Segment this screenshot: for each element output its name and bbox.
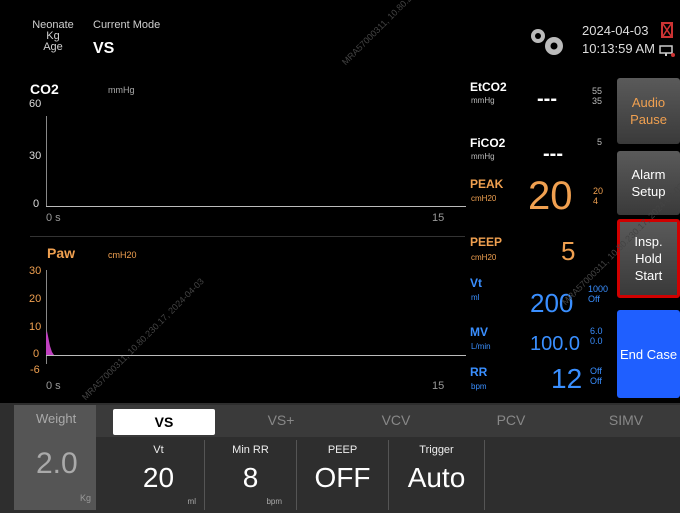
co2-xtick-end: 15 — [432, 212, 445, 224]
fico2-value: --- — [543, 143, 563, 165]
mode-tab-bar: VS VS+ VCV PCV SIMV — [96, 405, 680, 437]
tab-vcv[interactable]: VCV — [351, 405, 441, 435]
etco2-unit: mmHg — [471, 96, 495, 105]
paw-wave-title: Paw — [47, 245, 76, 261]
vt-label: Vt — [470, 276, 482, 290]
setting-vt[interactable]: Vt 20 ml — [113, 440, 205, 510]
gear-icon[interactable] — [524, 24, 568, 63]
peak-low-limit: 4 — [593, 196, 599, 206]
co2-wave-unit: mmHg — [108, 85, 135, 95]
mv-unit: L/min — [471, 342, 491, 351]
weight-label: Weight — [36, 411, 77, 426]
setting-vt-value: 20 — [142, 462, 175, 493]
age-label: Age — [43, 41, 63, 53]
peak-unit: cmH20 — [471, 194, 497, 203]
tab-pcv[interactable]: PCV — [466, 405, 556, 435]
wave-divider — [30, 236, 465, 237]
paw-waveform: Paw cmH20 30 20 10 0 -6 0 s 15 — [0, 240, 466, 398]
setting-peep-name: PEEP — [327, 444, 358, 456]
setting-trigger[interactable]: Trigger Auto — [389, 440, 485, 510]
peak-high-limit: 20 — [593, 186, 604, 196]
weight-value: 2.0 — [36, 447, 78, 480]
paw-wave-unit: cmH20 — [108, 250, 137, 260]
current-mode: VS — [93, 40, 115, 57]
fico2-label: FiCO2 — [470, 136, 506, 150]
vt-unit: ml — [471, 293, 480, 302]
insp-hold-start-button[interactable]: Insp. Hold Start — [617, 219, 680, 298]
setting-min-rr-name: Min RR — [232, 444, 269, 456]
setting-min-rr-unit: bpm — [266, 497, 282, 506]
co2-xtick-start: 0 s — [46, 212, 61, 224]
paw-xtick-start: 0 s — [46, 380, 61, 392]
peep-value: 5 — [561, 236, 576, 266]
paw-waveform-trace — [46, 331, 54, 355]
etco2-low-limit: 35 — [592, 96, 603, 106]
setting-trigger-name: Trigger — [419, 444, 454, 456]
rr-unit: bpm — [471, 382, 487, 391]
setting-min-rr-value: 8 — [242, 462, 259, 493]
vt-high-limit: 1000 — [588, 284, 609, 294]
co2-ytick-30: 30 — [29, 150, 42, 162]
peak-value: 20 — [528, 174, 573, 218]
paw-ytick-30: 30 — [29, 265, 42, 277]
peak-label: PEAK — [470, 177, 504, 191]
tab-vs[interactable]: VS — [113, 409, 215, 435]
setting-vt-unit: ml — [187, 497, 196, 506]
fico2-high-limit: 5 — [597, 137, 603, 147]
etco2-value: --- — [537, 88, 557, 110]
top-bar: Neonate Kg Age Current Mode VS 2024-04-0… — [0, 0, 680, 78]
peep-unit: cmH20 — [471, 253, 497, 262]
paw-ytick-10: 10 — [29, 321, 42, 333]
rr-high-limit: Off — [590, 366, 602, 376]
weight-panel[interactable]: Weight 2.0 Kg — [14, 405, 96, 510]
paw-ytick-neg6: -6 — [30, 364, 40, 376]
setting-peep[interactable]: PEEP OFF — [297, 440, 389, 510]
patient-info: Neonate Kg Age — [30, 20, 76, 53]
vt-low-limit: Off — [588, 294, 600, 304]
paw-x-axis — [46, 355, 466, 356]
co2-ytick-0: 0 — [33, 198, 40, 210]
paw-xtick-end: 15 — [432, 380, 445, 392]
tab-simv[interactable]: SIMV — [576, 405, 676, 435]
mv-high-limit: 6.0 — [590, 326, 603, 336]
current-mode-label: Current Mode — [93, 19, 161, 31]
mv-label: MV — [470, 325, 488, 339]
setting-trigger-value: Auto — [407, 462, 466, 493]
alarm-setup-button[interactable]: Alarm Setup — [617, 151, 680, 215]
etco2-high-limit: 55 — [592, 86, 603, 96]
weight-unit: Kg — [80, 493, 92, 503]
date: 2024-04-03 — [582, 23, 649, 38]
tab-vs-plus[interactable]: VS+ — [236, 405, 326, 435]
setting-min-rr[interactable]: Min RR 8 bpm — [205, 440, 297, 510]
fico2-unit: mmHg — [471, 152, 495, 161]
rr-label: RR — [470, 365, 488, 379]
setting-peep-value: OFF — [314, 462, 371, 493]
alarm-silenced-icon[interactable] — [661, 22, 673, 38]
paw-ytick-0: 0 — [33, 348, 40, 360]
co2-y-axis — [46, 116, 47, 206]
co2-ytick-60: 60 — [29, 98, 42, 110]
end-case-button[interactable]: End Case — [617, 310, 680, 398]
rr-value: 12 — [551, 363, 583, 394]
paw-ytick-20: 20 — [29, 293, 42, 305]
co2-x-axis — [46, 206, 466, 207]
co2-wave-title: CO2 — [30, 81, 59, 97]
mv-value: 100.0 — [530, 333, 581, 355]
setting-vt-name: Vt — [153, 444, 164, 456]
peep-label: PEEP — [470, 235, 503, 249]
etco2-label: EtCO2 — [470, 80, 507, 94]
co2-waveform: CO2 mmHg 60 30 0 0 s 15 — [0, 78, 466, 235]
network-icon — [659, 44, 675, 57]
waveform-area: CO2 mmHg 60 30 0 0 s 15 Paw cmH20 30 20 … — [0, 78, 466, 398]
mv-low-limit: 0.0 — [590, 336, 603, 346]
time: 10:13:59 AM — [582, 41, 655, 56]
audio-pause-button[interactable]: Audio Pause — [617, 78, 680, 144]
rr-low-limit: Off — [590, 376, 602, 386]
